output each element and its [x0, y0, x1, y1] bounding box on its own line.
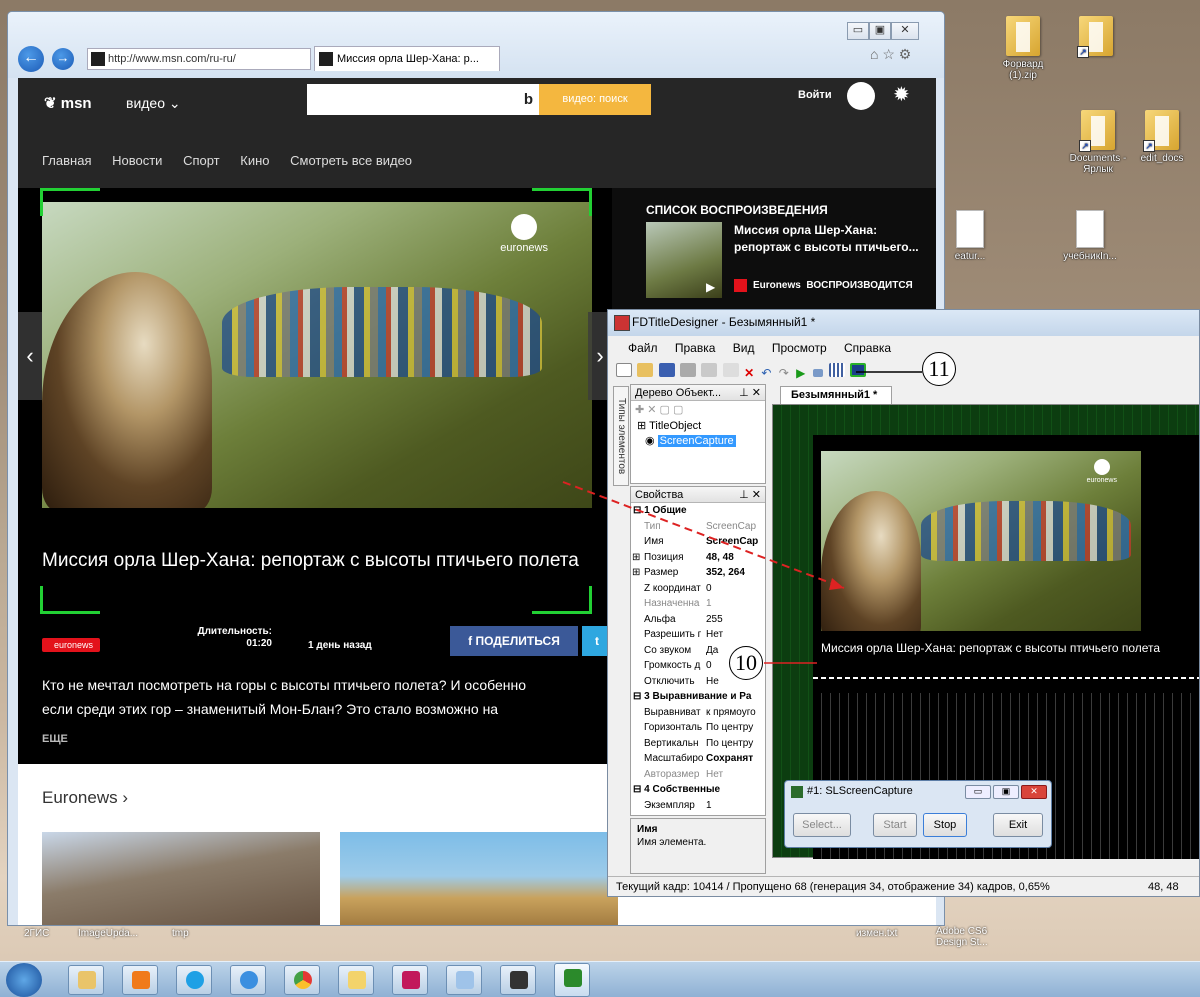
annotation-arrow-line: [562, 481, 845, 589]
start-button[interactable]: [6, 963, 42, 997]
taskbar-ie[interactable]: [230, 965, 266, 995]
taskbar-explorer[interactable]: [68, 965, 104, 995]
annotation-arrowhead: [829, 578, 844, 590]
taskbar-indesign[interactable]: [392, 965, 428, 995]
taskbar: [0, 961, 1200, 997]
taskbar-chrome[interactable]: [284, 965, 320, 995]
taskbar-media[interactable]: [122, 965, 158, 995]
callout-11: 11: [922, 352, 956, 386]
taskbar-paint[interactable]: [446, 965, 482, 995]
annotation-overlay: [562, 371, 922, 664]
callout-10: 10: [729, 646, 763, 680]
taskbar-skype[interactable]: [176, 965, 212, 995]
taskbar-fdtitledesigner[interactable]: [554, 963, 590, 997]
taskbar-editor[interactable]: [500, 965, 536, 995]
taskbar-notes[interactable]: [338, 965, 374, 995]
